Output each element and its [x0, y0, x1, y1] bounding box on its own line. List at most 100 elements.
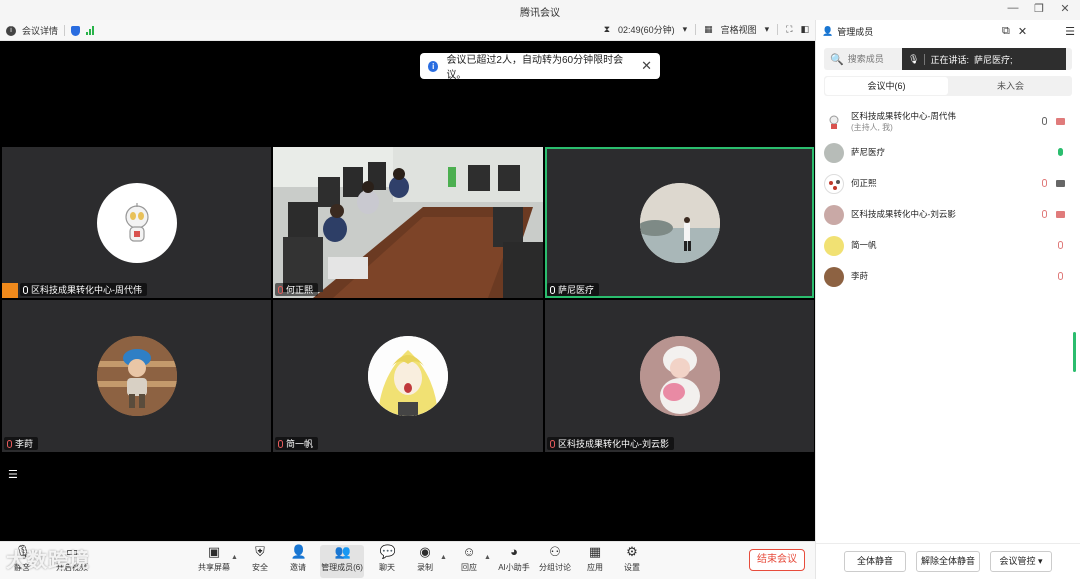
time-limit-notice: i 会议已超过2人，自动转为60分钟限时会议。 ✕ [420, 53, 660, 81]
search-icon: 🔍 [830, 53, 844, 66]
participant-name: 区科技成果转化中心-周代伟 [31, 285, 142, 295]
react-button[interactable]: ☺ 回应 [449, 545, 489, 573]
member-name-text: 何正熙 [851, 178, 877, 188]
button-label: 回应 [461, 563, 477, 572]
manage-members-button[interactable]: 👥 管理成员(6) [320, 545, 364, 578]
avatar [96, 182, 177, 263]
member-search[interactable]: 🔍 🎙 正在讲话: 萨尼医疗; [824, 48, 1072, 70]
speaking-name: 萨尼医疗; [973, 54, 1013, 65]
member-name-text: 萨尼医疗 [851, 147, 886, 157]
camera-icon[interactable] [1056, 180, 1065, 187]
chevron-down-icon[interactable]: ▾ [765, 24, 770, 35]
breakout-button[interactable]: ⚇ 分组讨论 [535, 545, 575, 573]
end-meeting-button[interactable]: 结束会议 [749, 549, 805, 571]
chat-button[interactable]: 💬 聊天 [367, 545, 407, 573]
host-badge-icon [2, 283, 18, 298]
list-item[interactable]: 区科技成果转化中心-刘云影 [816, 199, 1080, 230]
member-name: 区科技成果转化中心-刘云影 [851, 209, 956, 220]
video-tile[interactable]: 简一帆 [273, 300, 543, 452]
security-button[interactable]: ⛨ 安全 [240, 545, 280, 573]
avatar [368, 336, 448, 416]
avatar [824, 173, 844, 194]
shield-icon[interactable] [71, 25, 81, 36]
list-item[interactable]: 区科技成果转化中心-周代伟 (主持人, 我) [816, 106, 1080, 137]
breakout-icon: ⚇ [549, 544, 561, 559]
video-tile[interactable]: 区科技成果转化中心-周代伟 [2, 147, 271, 298]
popout-icon[interactable]: ⧉ [1002, 25, 1010, 38]
meeting-toolbar: i 会议详情 ⧗ 02:49(60分钟) ▾ ▦ 宫格视图 ▾ ⛶ ◧ [0, 20, 815, 41]
mic-muted-icon[interactable] [1042, 210, 1047, 218]
mic-muted-icon[interactable] [1058, 272, 1063, 280]
menu-icon[interactable]: ☰ [1065, 25, 1075, 38]
chevron-up-icon[interactable]: ▲ [231, 554, 238, 561]
restore-icon[interactable]: ❐ [1032, 2, 1046, 15]
list-item[interactable]: 李莳 [816, 261, 1080, 292]
member-name: 简一帆 [851, 240, 877, 251]
search-input[interactable] [843, 54, 904, 64]
meeting-timer[interactable]: 02:49(60分钟) [618, 23, 675, 36]
meeting-controls-bar: 🎙 静音 ▭ 开启视频 ▣ 共享屏幕 ▲ ⛨ 安全 👤 邀请 👥 管理成员(6) 💬 聊天 ◉… [0, 541, 815, 579]
record-button[interactable]: ◉ 录制 [405, 545, 445, 573]
signal-icon[interactable] [86, 26, 95, 35]
mute-all-button[interactable]: 全体静音 [844, 551, 906, 572]
member-name: 萨尼医疗 [851, 147, 885, 158]
mic-muted-icon[interactable] [1058, 241, 1063, 249]
add-user-icon: 👤 [290, 544, 307, 559]
video-tile[interactable]: 李莳 [2, 300, 271, 452]
member-name-text: 区科技成果转化中心-周代伟 [851, 110, 956, 121]
member-name-text: 区科技成果转化中心-刘云影 [851, 209, 956, 219]
baby-photo-avatar-icon [639, 336, 720, 416]
avatar [824, 204, 844, 225]
unmute-all-button[interactable]: 解除全体静音 [916, 551, 980, 572]
emoji-icon: ☺ [462, 544, 476, 559]
watermark-logo: 大数跨境 [6, 550, 90, 572]
camera-off-icon[interactable] [1056, 211, 1065, 218]
mic-muted-icon[interactable] [1042, 179, 1047, 187]
share-screen-icon: ▣ [207, 544, 221, 559]
mic-icon[interactable] [1042, 117, 1047, 125]
list-item[interactable]: 简一帆 [816, 230, 1080, 261]
close-icon[interactable]: ✕ [1018, 25, 1027, 38]
list-icon[interactable]: ☰ [8, 468, 18, 481]
button-label: 应用 [587, 563, 603, 572]
video-tile[interactable]: 何正熙 [273, 147, 543, 298]
avatar [639, 336, 720, 416]
sidebar-toggle-icon[interactable]: ◧ [800, 24, 809, 35]
info-icon[interactable]: i [6, 25, 16, 36]
apps-button[interactable]: ▦ 应用 [575, 545, 615, 573]
tile-nameplate: 简一帆 [275, 437, 319, 450]
member-name-text: 简一帆 [851, 240, 877, 250]
avatar [96, 336, 177, 416]
view-mode-button[interactable]: 宫格视图 [721, 23, 757, 36]
close-icon[interactable]: ✕ [641, 58, 652, 74]
member-name-text: 李莳 [851, 271, 869, 281]
close-icon[interactable]: ✕ [1058, 2, 1072, 15]
tab-not-joined[interactable]: 未入会 [949, 76, 1072, 96]
settings-button[interactable]: ⚙ 设置 [612, 545, 652, 573]
tab-in-meeting[interactable]: 会议中(6) [825, 77, 948, 95]
minimize-icon[interactable]: — [1006, 2, 1020, 15]
chevron-down-icon[interactable]: ▾ [683, 24, 688, 35]
invite-button[interactable]: 👤 邀请 [278, 545, 318, 573]
list-item[interactable]: 萨尼医疗 [816, 137, 1080, 168]
video-tile-active-speaker[interactable]: 萨尼医疗 [545, 147, 814, 298]
meeting-control-dropdown[interactable]: 会议管控 ▾ [990, 551, 1052, 572]
ai-assistant-button[interactable]: ◕ AI小助手 [494, 545, 534, 573]
avatar [824, 235, 844, 256]
speaking-indicator: 🎙 正在讲话: 萨尼医疗; [902, 48, 1066, 70]
mic-active-icon[interactable] [1058, 148, 1063, 156]
meeting-details-button[interactable]: 会议详情 [22, 24, 58, 37]
dropdown-label: 会议管控 [999, 556, 1036, 566]
panel-title: 管理成员 [837, 26, 874, 37]
share-screen-button[interactable]: ▣ 共享屏幕 [194, 545, 234, 573]
fullscreen-icon[interactable]: ⛶ [786, 24, 792, 35]
scrollbar[interactable] [1073, 332, 1076, 372]
list-item[interactable]: 何正熙 [816, 168, 1080, 199]
anime-avatar-icon [368, 336, 448, 416]
camera-off-icon[interactable] [1056, 118, 1065, 125]
camera-feed-image [273, 147, 543, 298]
chevron-up-icon[interactable]: ▲ [484, 554, 491, 561]
video-tile[interactable]: 区科技成果转化中心-刘云影 [545, 300, 814, 452]
chevron-up-icon[interactable]: ▲ [440, 554, 447, 561]
member-name: 区科技成果转化中心-周代伟 (主持人, 我) [851, 111, 956, 133]
